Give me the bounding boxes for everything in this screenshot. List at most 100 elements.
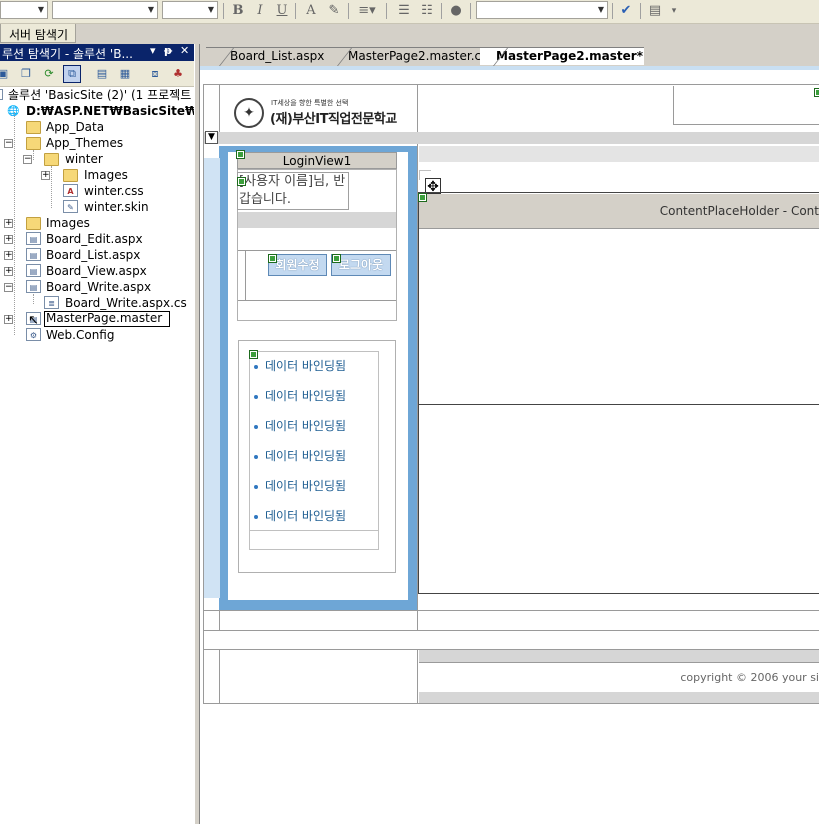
smart-tag-icon[interactable] bbox=[268, 254, 277, 263]
tree-item-winter-skin[interactable]: ✎ winter.skin bbox=[0, 199, 190, 215]
style-combo[interactable]: ▼ bbox=[476, 1, 608, 19]
rename-textbox[interactable]: MasterPage.master bbox=[44, 311, 170, 327]
menu-item[interactable]: 데이터 바인딩됨 bbox=[254, 477, 346, 494]
bullet-icon bbox=[254, 364, 258, 369]
refresh-icon[interactable]: ⟳ bbox=[40, 65, 58, 83]
asp-net-config-icon[interactable]: ♣ bbox=[169, 65, 187, 83]
show-all-files-icon[interactable]: ❐ bbox=[17, 65, 35, 83]
expand-icon[interactable]: + bbox=[4, 267, 13, 276]
view-designer-icon[interactable]: ▦ bbox=[116, 65, 134, 83]
collapse-icon[interactable]: − bbox=[23, 155, 32, 164]
bold-icon[interactable]: B bbox=[229, 2, 247, 20]
tree-item-label: Board_Edit.aspx bbox=[46, 232, 143, 246]
server-explorer-label: 서버 탐색기 bbox=[9, 28, 69, 42]
main-spacer bbox=[419, 146, 819, 162]
smart-tag-icon[interactable] bbox=[332, 254, 341, 263]
expand-icon[interactable]: + bbox=[4, 235, 13, 244]
tree-item-board-write[interactable]: − ▤ Board_Write.aspx bbox=[0, 279, 190, 295]
close-icon[interactable]: ✕ bbox=[180, 44, 189, 57]
menu-item[interactable]: 데이터 바인딩됨 bbox=[254, 447, 346, 464]
view-code-icon[interactable]: ▤ bbox=[93, 65, 111, 83]
properties-icon[interactable]: ▣ bbox=[0, 65, 12, 83]
toolbar-overflow-icon[interactable]: ▾ bbox=[668, 2, 680, 20]
smart-tag-icon[interactable] bbox=[236, 150, 245, 159]
tree-item-app-data[interactable]: App_Data bbox=[0, 119, 190, 135]
smart-tag-icon[interactable] bbox=[814, 88, 819, 97]
copy-web-site-icon[interactable]: ⧈ bbox=[146, 65, 164, 83]
style-builder-icon[interactable]: ▤ bbox=[646, 2, 664, 20]
collapse-icon[interactable]: − bbox=[4, 139, 13, 148]
tree-item-board-write-cs[interactable]: ≣ Board_Write.aspx.cs bbox=[0, 295, 190, 311]
menu-item[interactable]: 데이터 바인딩됨 bbox=[254, 507, 346, 524]
expand-icon[interactable]: + bbox=[4, 315, 13, 324]
tree-item-label: Images bbox=[84, 168, 128, 182]
italic-icon[interactable]: I bbox=[251, 2, 269, 20]
css-file-icon: A bbox=[63, 184, 78, 197]
folder-icon bbox=[63, 169, 78, 182]
tree-item-board-view[interactable]: + ▤ Board_View.aspx bbox=[0, 263, 190, 279]
underline-icon[interactable]: U bbox=[273, 2, 291, 20]
tab-masterpage2-cs[interactable]: MasterPage2.master.cs bbox=[324, 47, 492, 66]
expand-icon[interactable]: + bbox=[4, 219, 13, 228]
numbered-list-icon[interactable]: ☷ bbox=[418, 2, 436, 20]
dropdown-arrow-icon[interactable]: ▼ bbox=[205, 131, 218, 144]
font-color-icon[interactable]: A bbox=[302, 2, 320, 20]
tab-masterpage2-design[interactable]: MasterPage2.master* bbox=[480, 47, 644, 66]
edit-member-button[interactable]: 회원수정 bbox=[268, 254, 327, 276]
loginview-header[interactable]: LoginView1 bbox=[237, 152, 397, 169]
tree-solution-label: 솔루션 'BasicSite (2)' (1 프로젝트 bbox=[8, 88, 192, 102]
content-placeholder-label: ContentPlaceHolder - Cont bbox=[659, 204, 819, 218]
solution-icon bbox=[0, 89, 3, 100]
document-tab-strip: Board_List.aspx MasterPage2.master.cs Ma… bbox=[200, 44, 819, 66]
collapse-icon[interactable]: − bbox=[4, 283, 13, 292]
table-border bbox=[673, 86, 674, 124]
spell-check-icon[interactable]: ✔ bbox=[617, 2, 635, 20]
window-position-icon[interactable]: ▾ bbox=[150, 44, 156, 57]
tree-item-label: Web.Config bbox=[46, 328, 115, 342]
font-name-combo[interactable]: ▼ bbox=[52, 1, 158, 19]
tree-item-masterpage[interactable]: + ▤ MasterPage.master ↖ bbox=[0, 311, 190, 328]
tree-project-label: D:₩ASP.NET₩BasicSite₩ bbox=[26, 104, 199, 118]
menu-item-label: 데이터 바인딩됨 bbox=[265, 449, 347, 463]
font-size-combo[interactable]: ▼ bbox=[162, 1, 218, 19]
logo-school-name: (재)부산IT직업전문학교 bbox=[270, 112, 397, 127]
tree-item-app-themes[interactable]: − App_Themes bbox=[0, 135, 190, 151]
bullet-icon bbox=[254, 454, 258, 459]
highlight-icon[interactable]: ✎ bbox=[325, 2, 343, 20]
table-border bbox=[238, 300, 396, 301]
tree-item-web-config[interactable]: ⚙ Web.Config bbox=[0, 327, 190, 343]
tab-board-list[interactable]: Board_List.aspx bbox=[206, 47, 332, 66]
solution-explorer-title: 루션 탐색기 - 솔루션 'B... bbox=[2, 47, 133, 61]
smart-tag-icon[interactable] bbox=[237, 177, 246, 186]
loginview-label: LoginView1 bbox=[282, 154, 352, 168]
tree-item-board-list[interactable]: + ▤ Board_List.aspx bbox=[0, 247, 190, 263]
tree-item-label: Board_Write.aspx.cs bbox=[65, 296, 187, 310]
tree-item-images-nested[interactable]: + Images bbox=[0, 167, 190, 183]
footer-band bbox=[419, 650, 819, 662]
smart-tag-icon[interactable] bbox=[418, 193, 427, 202]
logout-button[interactable]: 로그아웃 bbox=[331, 254, 391, 276]
expand-icon[interactable]: + bbox=[41, 171, 50, 180]
tree-item-winter[interactable]: − winter bbox=[0, 151, 190, 167]
server-explorer-tab[interactable]: 서버 탐색기 bbox=[0, 24, 76, 43]
expand-icon[interactable]: + bbox=[4, 251, 13, 260]
tree-item-images[interactable]: + Images bbox=[0, 215, 190, 231]
menu-item[interactable]: 데이터 바인딩됨 bbox=[254, 387, 346, 404]
toolbar-separator bbox=[386, 3, 387, 19]
pin-icon[interactable]: ᵽ bbox=[164, 44, 172, 57]
tree-item-winter-css[interactable]: A winter.css bbox=[0, 183, 190, 199]
menu-item[interactable]: 데이터 바인딩됨 bbox=[254, 357, 346, 374]
align-icon[interactable]: ≡▾ bbox=[354, 2, 380, 20]
bullet-list-icon[interactable]: ☰ bbox=[395, 2, 413, 20]
menu-item-label: 데이터 바인딩됨 bbox=[265, 359, 347, 373]
aspx-file-icon: ▤ bbox=[26, 264, 41, 277]
layer-icon[interactable]: ● bbox=[447, 2, 465, 20]
tree-item-board-edit[interactable]: + ▤ Board_Edit.aspx bbox=[0, 231, 190, 247]
nest-related-files-icon[interactable]: ⧉ bbox=[63, 65, 81, 83]
menu-item[interactable]: 데이터 바인딩됨 bbox=[254, 417, 346, 434]
tree-item-label: winter bbox=[65, 152, 103, 166]
globe-project-icon: 🌐 bbox=[7, 106, 20, 117]
aspx-file-icon: ▤ bbox=[26, 248, 41, 261]
block-format-combo[interactable]: ▼ bbox=[0, 1, 48, 19]
folder-open-icon bbox=[44, 153, 59, 166]
